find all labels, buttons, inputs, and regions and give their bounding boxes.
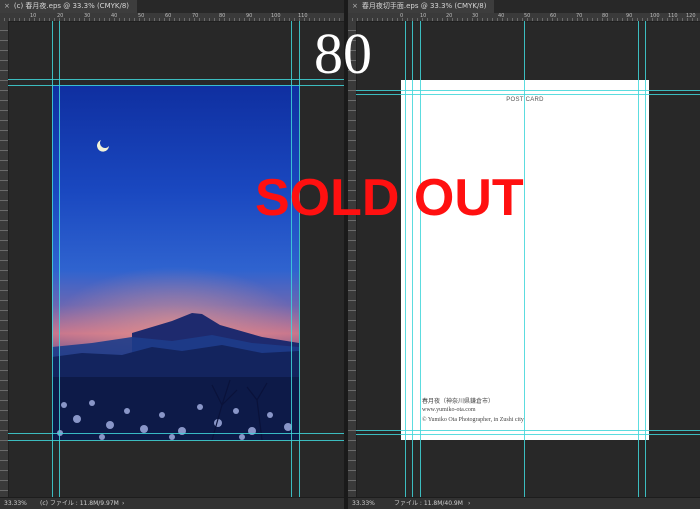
ruler-label: 90: [246, 13, 253, 19]
guide-line[interactable]: [405, 21, 406, 498]
guide-line[interactable]: [8, 85, 344, 86]
ruler-label: 110: [298, 13, 308, 19]
guide-line[interactable]: [420, 21, 421, 498]
price-label: 80: [314, 21, 372, 86]
ruler-label: 0: [400, 13, 404, 19]
ruler-label: 90: [626, 13, 633, 19]
ruler-label: 120: [686, 13, 696, 19]
guide-line[interactable]: [299, 21, 300, 498]
ruler-label: 110: [668, 13, 678, 19]
ruler-label: 80: [602, 13, 609, 19]
right-document-window: × 春月夜切手面.eps @ 33.3% (CMYK/8) 0 10 20 30 …: [348, 0, 700, 509]
guide-line[interactable]: [638, 21, 639, 498]
ruler-label: 10: [420, 13, 427, 19]
ruler-label: 10: [30, 13, 37, 19]
guide-line[interactable]: [8, 79, 344, 80]
ruler-label: 100: [650, 13, 660, 19]
ruler-label: 50: [524, 13, 531, 19]
ruler-label: 30: [472, 13, 479, 19]
ruler-label: 100: [271, 13, 281, 19]
ruler-label: 20: [57, 13, 64, 19]
postcard-header: POST CARD: [506, 97, 544, 103]
file-info[interactable]: ファイル : 11.8M/40.9M: [394, 498, 463, 509]
guide-line[interactable]: [8, 433, 344, 434]
ruler-label: 70: [576, 13, 583, 19]
zoom-level[interactable]: 33.33%: [4, 498, 27, 509]
photo-illustration: [52, 140, 299, 440]
status-arrow-icon[interactable]: ›: [122, 498, 124, 509]
sold-out-banner: SOLD OUT: [255, 169, 524, 227]
ruler-label: 80: [219, 13, 226, 19]
postcard-caption-title: 春月夜（神奈川県鎌倉市）: [422, 399, 495, 405]
file-info[interactable]: (c) ファイル : 11.8M/9.97M: [40, 498, 119, 509]
ruler-label: 60: [550, 13, 557, 19]
left-document-window: × (c) 春月夜.eps @ 33.3% (CMYK/8) 10 20 30 4…: [0, 0, 344, 509]
right-status-bar: 33.33% ファイル : 11.8M/40.9M ›: [348, 497, 700, 509]
guide-line[interactable]: [356, 94, 700, 95]
guide-line[interactable]: [8, 440, 344, 441]
guide-line[interactable]: [356, 90, 700, 91]
zoom-level[interactable]: 33.33%: [352, 498, 375, 509]
right-document-tab[interactable]: × 春月夜切手面.eps @ 33.3% (CMYK/8): [348, 0, 495, 14]
foreground-trees: [52, 377, 299, 440]
ruler-label: 20: [446, 13, 453, 19]
left-document-tab[interactable]: × (c) 春月夜.eps @ 33.3% (CMYK/8): [0, 0, 138, 14]
ruler-label: 40: [111, 13, 118, 19]
guide-line[interactable]: [52, 21, 53, 498]
left-vertical-ruler[interactable]: [0, 21, 9, 498]
guide-line[interactable]: [524, 21, 525, 498]
right-vertical-ruler[interactable]: [348, 21, 357, 498]
guide-line[interactable]: [356, 430, 700, 431]
ruler-label: 60: [165, 13, 172, 19]
ruler-label: 40: [498, 13, 505, 19]
status-arrow-icon[interactable]: ›: [468, 498, 470, 509]
ruler-label: 30: [84, 13, 91, 19]
ruler-label: 50: [138, 13, 145, 19]
left-tab-title: (c) 春月夜.eps @ 33.3% (CMYK/8): [13, 2, 130, 10]
guide-line[interactable]: [356, 434, 700, 435]
close-icon[interactable]: ×: [4, 2, 10, 10]
postcard-back: POST CARD 春月夜（神奈川県鎌倉市） www.yumiko-ota.co…: [401, 80, 649, 440]
ruler-label: 70: [192, 13, 199, 19]
guide-line[interactable]: [645, 21, 646, 498]
postcard-copyright: © Yumiko Ota Photographer, in Zushi city: [422, 417, 524, 423]
guide-line[interactable]: [412, 21, 413, 498]
left-status-bar: 33.33% (c) ファイル : 11.8M/9.97M ›: [0, 497, 344, 509]
close-icon[interactable]: ×: [352, 2, 358, 10]
postcard-website: www.yumiko-ota.com: [422, 407, 476, 413]
guide-line[interactable]: [291, 21, 292, 498]
guide-line[interactable]: [59, 21, 60, 498]
right-tab-title: 春月夜切手面.eps @ 33.3% (CMYK/8): [361, 2, 487, 10]
landscape-photo: [52, 85, 299, 440]
crescent-moon-icon: [97, 140, 109, 152]
